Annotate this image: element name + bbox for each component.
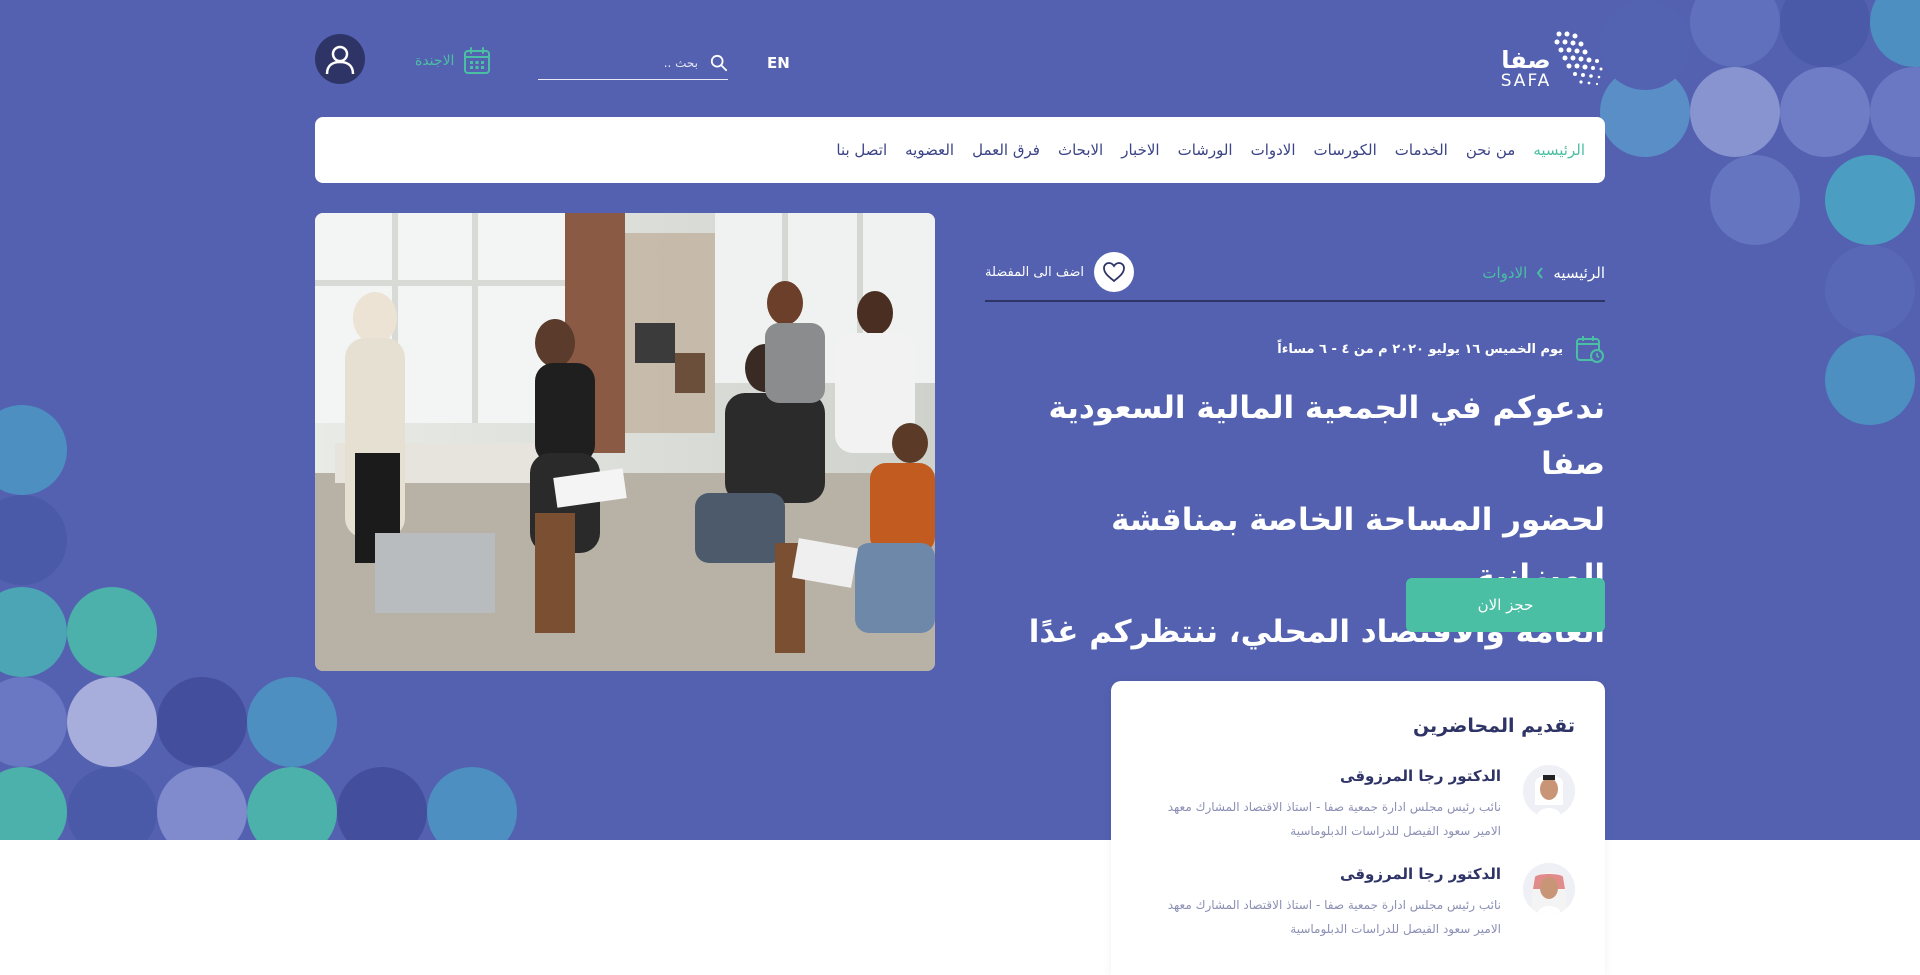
- event-photo: [315, 213, 935, 671]
- top-header: صفا SAFA EN بحث .. الاجندة: [315, 28, 1605, 98]
- nav-item-contact[interactable]: اتصل بنا: [836, 141, 887, 159]
- speaker-avatar: [1523, 863, 1575, 915]
- nav-item-courses[interactable]: الكورسات: [1314, 141, 1377, 159]
- nav-item-teams[interactable]: فرق العمل: [972, 141, 1040, 159]
- speaker-bio: نائب رئيس مجلس ادارة جمعية صفا - استاذ ا…: [1167, 898, 1501, 936]
- speaker-item: الدكتور رجا المرزوقى نائب رئيس مجلس ادار…: [1135, 765, 1575, 845]
- speaker-bio: نائب رئيس مجلس ادارة جمعية صفا - استاذ ا…: [1167, 800, 1501, 838]
- agenda-link[interactable]: الاجندة: [415, 46, 492, 76]
- breadcrumb-home[interactable]: الرئيسيه: [1553, 264, 1605, 282]
- nav-item-membership[interactable]: العضويه: [905, 141, 954, 159]
- add-to-favorites[interactable]: اضف الى المفضلة: [985, 252, 1134, 292]
- agenda-label: الاجندة: [415, 53, 455, 69]
- favorite-button[interactable]: [1094, 252, 1134, 292]
- chevron-left-icon: [1537, 267, 1544, 279]
- user-icon: [325, 45, 355, 75]
- nav-item-about[interactable]: من نحن: [1466, 141, 1516, 159]
- book-now-button[interactable]: حجز الان: [1406, 578, 1605, 632]
- speaker-name: الدكتور رجا المرزوقى: [1340, 865, 1501, 883]
- user-account-button[interactable]: [315, 34, 365, 84]
- breadcrumb: الرئيسيه الادوات: [1482, 264, 1605, 282]
- logo-arabic: صفا: [1501, 46, 1551, 74]
- heart-icon: [1103, 262, 1125, 283]
- logo-english: SAFA: [1500, 71, 1552, 91]
- search-input[interactable]: [538, 48, 698, 78]
- nav-item-news[interactable]: الاخبار: [1121, 141, 1159, 159]
- logo-text: صفا SAFA: [1495, 48, 1557, 90]
- breadcrumb-row: الرئيسيه الادوات اضف الى المفضلة: [985, 250, 1605, 302]
- speaker-item: الدكتور رجا المرزوقى نائب رئيس مجلس ادار…: [1135, 863, 1575, 943]
- event-date: يوم الخميس ١٦ يوليو ٢٠٢٠ م من ٤ - ٦ مساء…: [1277, 341, 1563, 357]
- safa-logo[interactable]: صفا SAFA: [1495, 28, 1605, 90]
- speaker-avatar: [1523, 765, 1575, 817]
- search-icon[interactable]: [710, 54, 728, 72]
- calendar-icon: [464, 47, 491, 74]
- nav-item-home[interactable]: الرئيسيه: [1533, 141, 1585, 159]
- favorite-label: اضف الى المفضلة: [985, 264, 1084, 280]
- language-toggle[interactable]: EN: [767, 54, 790, 72]
- nav-item-research[interactable]: الابحاث: [1058, 141, 1103, 159]
- event-title-line-1: ندعوكم في الجمعية المالية السعودية صفا: [1048, 390, 1605, 482]
- nav-item-tools[interactable]: الادوات: [1251, 141, 1296, 159]
- calendar-clock-icon: [1576, 336, 1604, 363]
- workshop-image: [315, 213, 935, 671]
- main-nav: الرئيسيه من نحن الخدمات الكورسات الادوات…: [315, 117, 1605, 183]
- speakers-title: تقديم المحاضرين: [1412, 715, 1575, 737]
- logo-dots-icon: [1554, 31, 1603, 86]
- nav-item-workshops[interactable]: الورشات: [1178, 141, 1233, 159]
- event-date-row: يوم الخميس ١٦ يوليو ٢٠٢٠ م من ٤ - ٦ مساء…: [1277, 334, 1605, 364]
- search-box: [538, 48, 728, 80]
- nav-item-services[interactable]: الخدمات: [1395, 141, 1448, 159]
- speaker-name: الدكتور رجا المرزوقى: [1340, 767, 1501, 785]
- hero-section: صفا SAFA EN بحث .. الاجندة الرئيسيه من ن…: [0, 0, 1920, 840]
- breadcrumb-current[interactable]: الادوات: [1482, 264, 1527, 282]
- speakers-card: تقديم المحاضرين الدكتور رجا المرزوقى نائ…: [1111, 681, 1605, 975]
